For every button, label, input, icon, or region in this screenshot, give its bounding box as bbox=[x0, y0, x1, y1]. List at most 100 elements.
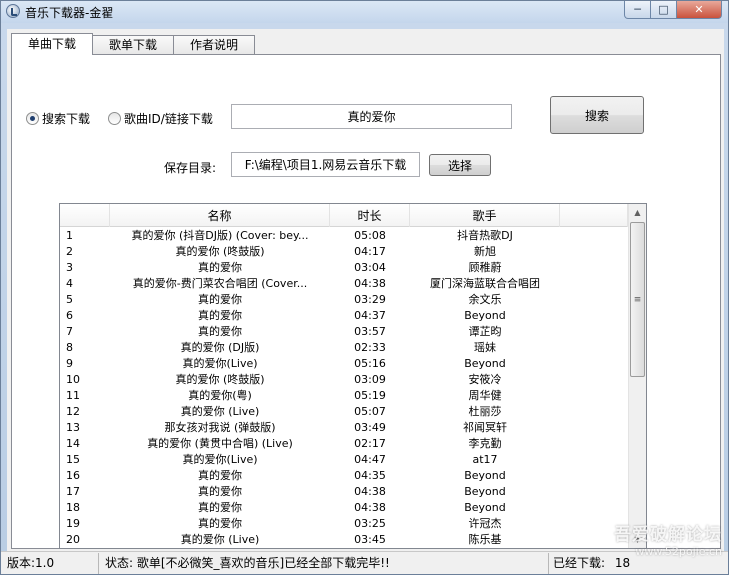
table-row[interactable]: 11 真的爱你(粤) 05:19 周华健 bbox=[60, 388, 628, 404]
tab-author-notes[interactable]: 作者说明 bbox=[174, 35, 256, 55]
row-index: 3 bbox=[66, 261, 73, 274]
table-row[interactable]: 7 真的爱你 03:57 谭芷昀 bbox=[60, 324, 628, 340]
scroll-up-arrow-icon[interactable]: ▲ bbox=[629, 204, 646, 221]
row-index: 14 bbox=[66, 437, 80, 450]
table-row[interactable]: 14 真的爱你 (黄贯中合唱) (Live) 02:17 李克勤 bbox=[60, 436, 628, 452]
row-song-name: 真的爱你 (Live) bbox=[180, 405, 260, 418]
table-row[interactable]: 2 真的爱你 (咚鼓版) 04:17 新旭 bbox=[60, 244, 628, 260]
row-duration: 03:25 bbox=[354, 517, 386, 530]
table-row[interactable]: 9 真的爱你(Live) 05:16 Beyond bbox=[60, 356, 628, 372]
row-artist: Beyond bbox=[464, 469, 506, 482]
version-text: 版本:1.0 bbox=[1, 553, 99, 574]
row-artist: 杜丽莎 bbox=[468, 405, 502, 418]
radio-search-download[interactable]: 搜索下载 bbox=[26, 110, 90, 127]
table-row[interactable]: 19 真的爱你 03:25 许冠杰 bbox=[60, 516, 628, 532]
radio-dot-selected[interactable] bbox=[26, 112, 39, 125]
table-row[interactable]: 12 真的爱你 (Live) 05:07 杜丽莎 bbox=[60, 404, 628, 420]
window-controls: ─ □ ✕ bbox=[624, 1, 722, 19]
radio-id-link-download[interactable]: 歌曲ID/链接下载 bbox=[108, 110, 213, 127]
column-header-duration[interactable]: 时长 bbox=[330, 204, 410, 227]
row-song-name: 真的爱你 (DJ版) bbox=[180, 341, 260, 354]
row-duration: 04:37 bbox=[354, 309, 386, 322]
row-index: 12 bbox=[66, 405, 80, 418]
radio-id-link-label: 歌曲ID/链接下载 bbox=[124, 112, 213, 126]
row-index: 13 bbox=[66, 421, 80, 434]
search-input[interactable]: 真的爱你 bbox=[231, 104, 512, 129]
row-index: 5 bbox=[66, 293, 73, 306]
watermark: 吾爱破解论坛 www.52pojie.cn bbox=[614, 520, 722, 558]
row-index: 2 bbox=[66, 245, 73, 258]
minimize-button[interactable]: ─ bbox=[624, 1, 651, 19]
choose-folder-button[interactable]: 选择 bbox=[429, 154, 491, 176]
table-row[interactable]: 20 真的爱你 (Live) 03:45 陈乐基 bbox=[60, 532, 628, 548]
row-song-name: 那女孩对我说 (弹鼓版) bbox=[164, 421, 276, 434]
column-header-index[interactable] bbox=[60, 204, 110, 227]
row-song-name: 真的爱你 (黄贯中合唱) (Live) bbox=[147, 437, 293, 450]
row-artist: 余文乐 bbox=[468, 293, 502, 306]
status-text: 状态: 歌单[不必微笑_喜欢的音乐]已经全部下载完毕!! bbox=[99, 553, 549, 574]
table-row[interactable]: 5 真的爱你 03:29 余文乐 bbox=[60, 292, 628, 308]
row-artist: 陈乐基 bbox=[468, 533, 502, 546]
row-duration: 03:04 bbox=[354, 261, 386, 274]
radio-dot-unselected[interactable] bbox=[108, 112, 121, 125]
table-row[interactable]: 6 真的爱你 04:37 Beyond bbox=[60, 308, 628, 324]
row-index: 18 bbox=[66, 501, 80, 514]
single-download-panel: 搜索下载 歌曲ID/链接下载 真的爱你 搜索 保存目录: F:\编程\项目1.网… bbox=[11, 54, 721, 549]
row-duration: 05:19 bbox=[354, 389, 386, 402]
row-song-name: 真的爱你(Live) bbox=[182, 453, 258, 466]
song-list-header: 名称 时长 歌手 bbox=[60, 204, 628, 227]
row-duration: 04:38 bbox=[354, 277, 386, 290]
search-button[interactable]: 搜索 bbox=[550, 96, 644, 134]
table-row[interactable]: 13 那女孩对我说 (弹鼓版) 03:49 祁闻冥轩 bbox=[60, 420, 628, 436]
table-row[interactable]: 10 真的爱你 (咚鼓版) 03:09 安筱冷 bbox=[60, 372, 628, 388]
row-duration: 04:17 bbox=[354, 245, 386, 258]
table-row[interactable]: 4 真的爱你-费门菜农合唱团 (Cover... 04:38 厦门深海蓝联合合唱团 bbox=[60, 276, 628, 292]
table-row[interactable]: 8 真的爱你 (DJ版) 02:33 瑶妹 bbox=[60, 340, 628, 356]
table-row[interactable]: 1 真的爱你 (抖音DJ版) (Cover: bey... 05:08 抖音热歌DJ bbox=[60, 228, 628, 244]
row-duration: 03:29 bbox=[354, 293, 386, 306]
row-duration: 02:17 bbox=[354, 437, 386, 450]
row-index: 20 bbox=[66, 533, 80, 546]
row-index: 6 bbox=[66, 309, 73, 322]
row-artist: 许冠杰 bbox=[468, 517, 502, 530]
row-artist: 瑶妹 bbox=[474, 341, 496, 354]
column-header-artist[interactable]: 歌手 bbox=[410, 204, 560, 227]
tab-playlist-download[interactable]: 歌单下载 bbox=[93, 35, 175, 55]
row-duration: 02:33 bbox=[354, 341, 386, 354]
song-list[interactable]: 名称 时长 歌手 1 真的爱你 (抖音DJ版) (Cover: bey... 05:… bbox=[59, 203, 647, 549]
table-row[interactable]: 16 真的爱你 04:35 Beyond bbox=[60, 468, 628, 484]
column-header-name[interactable]: 名称 bbox=[110, 204, 330, 227]
row-artist: 抖音热歌DJ bbox=[457, 229, 513, 242]
row-index: 11 bbox=[66, 389, 80, 402]
scroll-thumb[interactable]: ≡ bbox=[630, 222, 645, 377]
downloaded-count: 18 bbox=[614, 556, 631, 570]
save-dir-label: 保存目录: bbox=[164, 161, 217, 175]
row-artist: 谭芷昀 bbox=[468, 325, 502, 338]
table-row[interactable]: 3 真的爱你 03:04 顾稚蔚 bbox=[60, 260, 628, 276]
close-button[interactable]: ✕ bbox=[677, 1, 722, 19]
table-row[interactable]: 18 真的爱你 04:38 Beyond bbox=[60, 500, 628, 516]
row-artist: at17 bbox=[472, 453, 498, 466]
row-duration: 04:38 bbox=[354, 485, 386, 498]
save-path-field[interactable]: F:\编程\项目1.网易云音乐下载 bbox=[231, 152, 420, 177]
row-duration: 05:07 bbox=[354, 405, 386, 418]
row-duration: 03:45 bbox=[354, 533, 386, 546]
row-song-name: 真的爱你 bbox=[198, 469, 242, 482]
row-song-name: 真的爱你 bbox=[198, 517, 242, 530]
row-song-name: 真的爱你 bbox=[198, 325, 242, 338]
client-area: 单曲下载 歌单下载 作者说明 搜索下载 歌曲ID/链接下载 真的爱你 搜索 保存… bbox=[7, 29, 724, 551]
maximize-button[interactable]: □ bbox=[651, 1, 677, 19]
row-duration: 03:09 bbox=[354, 373, 386, 386]
row-duration: 05:08 bbox=[354, 229, 386, 242]
row-song-name: 真的爱你-费门菜农合唱团 (Cover... bbox=[132, 277, 308, 290]
row-artist: 新旭 bbox=[474, 245, 496, 258]
table-row[interactable]: 15 真的爱你(Live) 04:47 at17 bbox=[60, 452, 628, 468]
row-song-name: 真的爱你 bbox=[198, 293, 242, 306]
song-list-scrollbar[interactable]: ▲ ≡ ▼ bbox=[628, 204, 646, 548]
title-bar[interactable]: 音乐下载器-金翟 ─ □ ✕ bbox=[1, 1, 728, 23]
tab-single-download[interactable]: 单曲下载 bbox=[11, 33, 94, 55]
row-song-name: 真的爱你(粤) bbox=[188, 389, 252, 402]
row-index: 4 bbox=[66, 277, 73, 290]
radio-search-label: 搜索下载 bbox=[42, 112, 91, 126]
table-row[interactable]: 17 真的爱你 04:38 Beyond bbox=[60, 484, 628, 500]
